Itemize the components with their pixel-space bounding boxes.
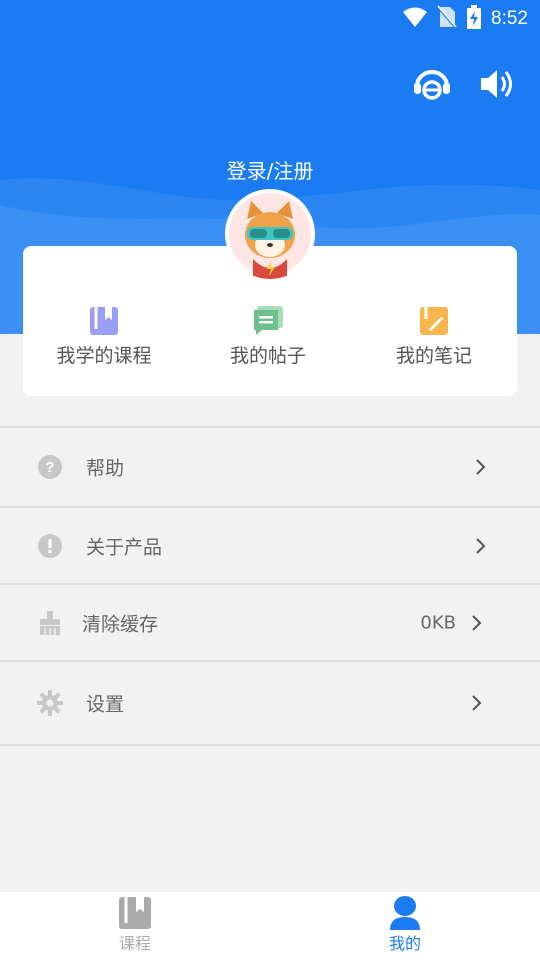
chevron-right-icon [470,614,484,632]
menu-item-clear-cache[interactable]: 清除缓存 0KB [0,583,540,660]
note-icon [418,305,450,337]
login-register-link[interactable]: 登录/注册 [0,155,540,184]
wifi-icon [402,6,428,32]
info-icon [37,533,63,559]
chevron-right-icon [470,694,484,712]
header-actions [412,64,518,104]
shiba-avatar-icon [229,193,311,279]
svg-text:?: ? [45,459,54,476]
cache-size-value: 0KB [420,612,456,633]
menu-item-label: 关于产品 [86,536,163,558]
menu-item-help[interactable]: ? 帮助 [0,426,540,506]
shortcut-my-courses[interactable]: 我学的课程 [34,305,174,368]
chevron-right-icon [474,537,488,555]
tab-label: 课程 [118,934,151,953]
chevron-right-icon [474,458,488,476]
volume-icon[interactable] [478,64,518,104]
shortcut-my-posts[interactable]: 我的帖子 [198,305,338,368]
menu-item-label: 设置 [86,693,125,716]
avatar[interactable] [225,189,315,279]
menu-item-settings[interactable]: 设置 [0,660,540,746]
tab-label: 我的 [388,934,421,953]
menu-item-label: 帮助 [86,457,125,480]
shortcut-label: 我的笔记 [395,345,472,367]
shortcut-my-notes[interactable]: 我的笔记 [364,305,504,368]
message-icon [252,305,284,337]
bottom-tab-bar: 课程 我的 [0,892,540,960]
customer-service-icon[interactable] [412,64,452,104]
book-icon [88,305,120,337]
status-bar: 8:52 [0,0,540,36]
tab-courses[interactable]: 课程 [75,896,195,954]
profile-tab-icon [388,896,422,930]
broom-icon [37,610,63,636]
menu-item-about[interactable]: 关于产品 [0,506,540,583]
course-tab-icon [118,896,152,930]
gear-icon [37,690,63,716]
no-sim-icon [437,5,457,33]
tab-mine[interactable]: 我的 [345,896,465,954]
help-icon: ? [37,454,63,480]
menu-item-label: 清除缓存 [82,613,159,635]
settings-menu: ? 帮助 关于产品 清除缓存 0KB 设置 [0,426,540,746]
shortcut-label: 我的帖子 [229,345,306,367]
shortcut-label: 我学的课程 [56,345,152,367]
battery-charging-icon [466,5,482,33]
status-time: 8:52 [491,8,528,29]
